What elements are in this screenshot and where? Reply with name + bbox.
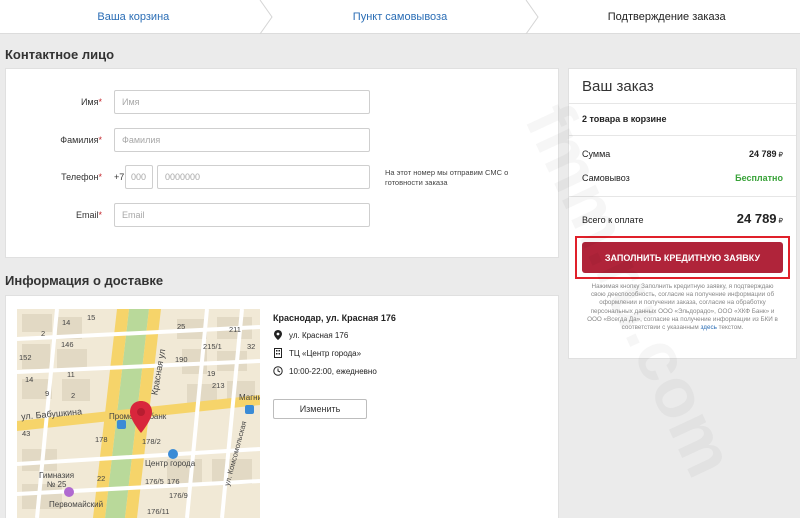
map-number: 178/2 [142, 437, 161, 446]
pickup-address-title: Краснодар, ул. Красная 176 [273, 313, 396, 323]
map-pin-icon[interactable] [129, 400, 153, 434]
delivery-section-title: Информация о доставке [5, 273, 164, 288]
map-poi-label: Первомайский [49, 500, 104, 509]
step-confirmation: Подтверждение заказа [533, 0, 800, 33]
last-name-label: Фамилия* [60, 135, 102, 145]
divider [569, 196, 796, 197]
first-name-input[interactable] [114, 90, 370, 114]
phone-number-input[interactable] [157, 165, 370, 189]
pickup-mall: ТЦ «Центр города» [289, 348, 362, 358]
pickup-hours-row: 10:00-22:00, ежедневно [273, 366, 377, 376]
contact-section-title: Контактное лицо [5, 47, 115, 62]
step-cart[interactable]: Ваша корзина [0, 0, 273, 34]
map-number: 146 [61, 340, 74, 349]
step-cart-label: Ваша корзина [97, 10, 170, 23]
divider [569, 103, 796, 104]
email-label: Email* [75, 210, 102, 220]
map-number: 213 [212, 381, 225, 390]
pickup-cost-row: Самовывоз Бесплатно [582, 173, 783, 183]
pickup-street-row: ул. Красная 176 [273, 330, 348, 340]
map-number: 14 [25, 375, 34, 384]
map-number: 32 [247, 342, 256, 351]
sum-label: Сумма [582, 149, 611, 159]
sum-value: 24 789 ₽ [749, 149, 783, 159]
map-number: 178 [95, 435, 108, 444]
credit-application-button[interactable]: ЗАПОЛНИТЬ КРЕДИТНУЮ ЗАЯВКУ [582, 242, 783, 273]
email-input[interactable] [114, 203, 370, 227]
map-number: 176/11 [147, 507, 170, 516]
credit-disclaimer: Нажимая кнопку Заполнить кредитную заявк… [587, 283, 778, 332]
map-number: 2 [71, 391, 76, 400]
school-icon [64, 487, 74, 497]
pickup-hours: 10:00-22:00, ежедневно [289, 366, 377, 376]
bank-icon [117, 420, 126, 429]
map-number: 190 [175, 355, 188, 364]
map-number: 211 [229, 325, 241, 334]
map-number: 152 [19, 353, 32, 362]
sum-row: Сумма 24 789 ₽ [582, 149, 783, 159]
order-title: Ваш заказ [582, 78, 654, 95]
map-number: 2 [41, 329, 46, 338]
pickup-map[interactable]: Красная ул ул. Бабушкина ул. Комсомольск… [17, 309, 260, 518]
shop-icon [245, 405, 254, 414]
map-number: 14 [62, 318, 71, 327]
location-pin-icon [273, 330, 283, 340]
step-pickup-label: Пункт самовывоза [352, 10, 448, 23]
map-number: 9 [45, 389, 50, 398]
change-pickup-button[interactable]: Изменить [273, 399, 367, 419]
items-count: 2 товара в корзине [582, 114, 667, 124]
checkout-steps: Ваша корзина Пункт самовывоза Подтвержде… [0, 0, 800, 34]
map-number: 43 [22, 429, 31, 438]
disclaimer-link[interactable]: здесь [701, 324, 717, 331]
map-number: 22 [97, 474, 106, 483]
map-number: 176/9 [169, 491, 188, 500]
map-poi-label: Магни [239, 393, 260, 402]
map-number: 19 [207, 369, 216, 378]
last-name-input[interactable] [114, 128, 370, 152]
pickup-cost-label: Самовывоз [582, 173, 630, 183]
phone-hint: На этот номер мы отправим СМС о готовнос… [385, 168, 509, 187]
map-number: 11 [67, 370, 75, 379]
map-number: 176 [167, 477, 180, 486]
credit-button-highlight: ЗАПОЛНИТЬ КРЕДИТНУЮ ЗАЯВКУ [575, 236, 790, 279]
pickup-street: ул. Красная 176 [289, 330, 349, 340]
step-separator-icon [259, 0, 273, 34]
total-value: 24 789 ₽ [736, 211, 783, 226]
total-label: Всего к оплате [582, 215, 644, 225]
pickup-mall-row: ТЦ «Центр города» [273, 348, 361, 358]
contact-form-card: Имя* Фамилия* Телефон* +7 На этот номер … [5, 68, 559, 258]
first-name-label: Имя* [80, 97, 102, 107]
shopping-icon [168, 449, 178, 459]
map-number: 15 [87, 313, 96, 322]
total-row: Всего к оплате 24 789 ₽ [582, 211, 783, 226]
building-icon [273, 348, 283, 358]
step-confirmation-label: Подтверждение заказа [607, 10, 726, 23]
phone-code-input[interactable] [125, 165, 153, 189]
step-separator-icon [525, 0, 539, 34]
pickup-cost-value: Бесплатно [735, 173, 783, 183]
divider [569, 135, 796, 136]
map-poi-label: Центр города [145, 459, 196, 468]
step-pickup-point[interactable]: Пункт самовывоза [267, 0, 539, 34]
phone-prefix: +7 [114, 172, 125, 182]
map-number: 25 [177, 322, 186, 331]
phone-label: Телефон* [61, 172, 102, 182]
map-number: 215/1 [203, 342, 222, 351]
map-number: 176/5 [145, 477, 164, 486]
clock-icon [273, 366, 283, 376]
